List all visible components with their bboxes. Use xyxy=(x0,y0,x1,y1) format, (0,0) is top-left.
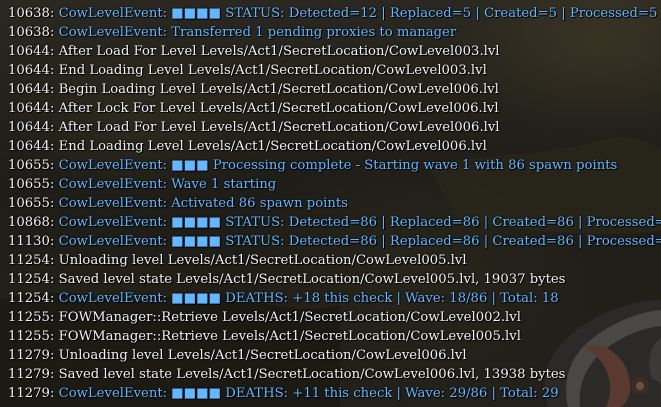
log-line: 10644: Begin Loading Level Levels/Act1/S… xyxy=(8,80,656,99)
log-timestamp: 10644: xyxy=(8,139,55,154)
log-line-event: 10868: CowLevelEvent: ■■■■ STATUS: Detec… xyxy=(8,213,661,232)
log-line: 11254: Saved level state Levels/Act1/Sec… xyxy=(8,270,656,289)
log-line: 11254: Unloading level Levels/Act1/Secre… xyxy=(8,251,656,270)
log-line: 10644: End Loading Level Levels/Act1/Sec… xyxy=(8,61,656,80)
log-timestamp: 10655: xyxy=(8,158,55,173)
log-message: CowLevelEvent: ■■■■ STATUS: Detected=86 … xyxy=(58,215,661,230)
log-line: 10644: After Load For Level Levels/Act1/… xyxy=(8,42,656,61)
log-timestamp: 10644: xyxy=(8,44,55,59)
log-line-event: 10638: CowLevelEvent: ■■■■ STATUS: Detec… xyxy=(8,4,658,23)
log-message: CowLevelEvent: ■■■■ DEATHS: +18 this che… xyxy=(58,291,559,306)
log-message: Unloading level Levels/Act1/SecretLocati… xyxy=(58,253,467,268)
log-timestamp: 10638: xyxy=(8,6,55,21)
log-message: CowLevelEvent: ■■■■ STATUS: Detected=86 … xyxy=(58,234,661,249)
log-line-event: 11130: CowLevelEvent: ■■■■ STATUS: Detec… xyxy=(8,232,661,251)
log-timestamp: 11255: xyxy=(8,329,55,344)
log-timestamp: 10644: xyxy=(8,101,55,116)
log-line: 10644: After Lock For Level Levels/Act1/… xyxy=(8,99,656,118)
log-timestamp: 10655: xyxy=(8,177,55,192)
game-viewport: 10638: CowLevelEvent: ■■■■ STATUS: Detec… xyxy=(0,0,661,407)
log-message: End Loading Level Levels/Act1/SecretLoca… xyxy=(58,63,487,78)
log-timestamp: 11279: xyxy=(8,348,55,363)
log-line: 11255: FOWManager::Retrieve Levels/Act1/… xyxy=(8,308,656,327)
log-message: FOWManager::Retrieve Levels/Act1/SecretL… xyxy=(58,310,521,325)
log-timestamp: 11255: xyxy=(8,310,55,325)
log-line-event: 11254: CowLevelEvent: ■■■■ DEATHS: +18 t… xyxy=(8,289,656,308)
log-timestamp: 10644: xyxy=(8,120,55,135)
log-line: 10644: After Load For Level Levels/Act1/… xyxy=(8,118,656,137)
log-line-event: 10655: CowLevelEvent: Activated 86 spawn… xyxy=(8,194,656,213)
log-timestamp: 10644: xyxy=(8,82,55,97)
log-line: 11279: Unloading level Levels/Act1/Secre… xyxy=(8,346,656,365)
log-message: Begin Loading Level Levels/Act1/SecretLo… xyxy=(58,82,499,97)
log-message: Saved level state Levels/Act1/SecretLoca… xyxy=(58,272,566,287)
log-timestamp: 10638: xyxy=(8,25,55,40)
log-line: 11279: Saved level state Levels/Act1/Sec… xyxy=(8,365,656,384)
log-timestamp: 10644: xyxy=(8,63,55,78)
log-message: CowLevelEvent: ■■■■ STATUS: Detected=12 … xyxy=(58,6,658,21)
log-message: End Loading Level Levels/Act1/SecretLoca… xyxy=(58,139,487,154)
log-timestamp: 11254: xyxy=(8,272,55,287)
log-message: CowLevelEvent: Wave 1 starting xyxy=(58,177,277,192)
log-line-event: 10638: CowLevelEvent: Transferred 1 pend… xyxy=(8,23,656,42)
log-message: CowLevelEvent: Activated 86 spawn points xyxy=(58,196,348,211)
log-message: After Lock For Level Levels/Act1/SecretL… xyxy=(58,101,499,116)
log-message: CowLevelEvent: ■■■ Processing complete -… xyxy=(58,158,618,173)
log-line: 10644: End Loading Level Levels/Act1/Sec… xyxy=(8,137,656,156)
log-timestamp: 10655: xyxy=(8,196,55,211)
log-message: CowLevelEvent: Transferred 1 pending pro… xyxy=(58,25,457,40)
log-message: Saved level state Levels/Act1/SecretLoca… xyxy=(58,367,566,382)
log-message: After Load For Level Levels/Act1/SecretL… xyxy=(58,120,500,135)
log-message: Unloading level Levels/Act1/SecretLocati… xyxy=(58,348,467,363)
log-timestamp: 11130: xyxy=(8,234,55,249)
debug-log-console: 10638: CowLevelEvent: ■■■■ STATUS: Detec… xyxy=(8,4,661,403)
log-timestamp: 11254: xyxy=(8,291,55,306)
log-timestamp: 10868: xyxy=(8,215,55,230)
log-line-event: 10655: CowLevelEvent: Wave 1 starting xyxy=(8,175,656,194)
log-message: After Load For Level Levels/Act1/SecretL… xyxy=(58,44,500,59)
log-timestamp: 11254: xyxy=(8,253,55,268)
log-message: FOWManager::Retrieve Levels/Act1/SecretL… xyxy=(58,329,521,344)
log-message: CowLevelEvent: ■■■■ DEATHS: +11 this che… xyxy=(58,386,559,401)
log-line: 11255: FOWManager::Retrieve Levels/Act1/… xyxy=(8,327,656,346)
log-timestamp: 11279: xyxy=(8,386,55,401)
log-line-event: 10655: CowLevelEvent: ■■■ Processing com… xyxy=(8,156,656,175)
log-line-event: 11279: CowLevelEvent: ■■■■ DEATHS: +11 t… xyxy=(8,384,656,403)
log-timestamp: 11279: xyxy=(8,367,55,382)
